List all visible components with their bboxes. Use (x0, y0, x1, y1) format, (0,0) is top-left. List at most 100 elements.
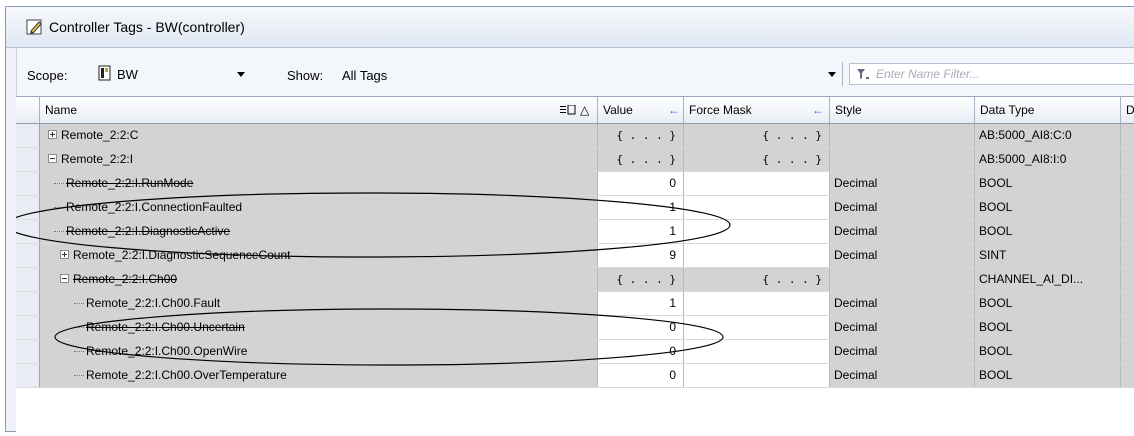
row-selector[interactable] (16, 244, 40, 267)
value-cell[interactable]: 1 (598, 196, 684, 219)
value-cell[interactable]: 0 (598, 172, 684, 195)
value-cell[interactable]: 1 (598, 220, 684, 243)
column-header-data-type[interactable]: Data Type (975, 97, 1121, 123)
extra-cell[interactable] (1121, 220, 1134, 243)
row-selector[interactable] (16, 316, 40, 339)
collapse-icon[interactable] (48, 154, 57, 163)
row-selector[interactable] (16, 268, 40, 291)
row-selector[interactable] (16, 220, 40, 243)
tag-name-cell[interactable]: Remote_2:2:I.ConnectionFaulted (40, 196, 598, 219)
style-cell[interactable] (830, 148, 975, 171)
style-cell[interactable]: Decimal (830, 364, 975, 387)
table-row[interactable]: Remote_2:2:C { . . . }{ . . . } AB:5000_AI… (16, 124, 1134, 148)
force-mask-cell[interactable] (684, 316, 830, 339)
tag-name-cell[interactable]: Remote_2:2:I.DiagnosticSequenceCount (40, 244, 598, 267)
extra-cell[interactable] (1121, 364, 1134, 387)
table-row[interactable]: Remote_2:2:I.Ch00.Uncertain 0 Decimal BOOL (16, 316, 1134, 340)
style-cell[interactable]: Decimal (830, 172, 975, 195)
value-cell[interactable]: { . . . } (598, 124, 684, 147)
extra-cell[interactable] (1121, 268, 1134, 291)
extra-cell[interactable] (1121, 244, 1134, 267)
value-cell[interactable]: 9 (598, 244, 684, 267)
scope-dropdown[interactable]: BW (91, 62, 261, 86)
style-cell[interactable]: Decimal (830, 220, 975, 243)
extra-cell[interactable] (1121, 196, 1134, 219)
column-header-extra[interactable]: D (1121, 97, 1134, 123)
force-mask-cell[interactable] (684, 244, 830, 267)
style-cell[interactable] (830, 124, 975, 147)
force-mask-cell[interactable]: { . . . } (684, 124, 830, 147)
tag-name-cell[interactable]: Remote_2:2:I.DiagnosticActive (40, 220, 598, 243)
row-selector[interactable] (16, 124, 40, 147)
tag-name-cell[interactable]: Remote_2:2:I.Ch00.Fault (40, 292, 598, 315)
data-type-cell[interactable]: AB:5000_AI8:C:0 (975, 124, 1121, 147)
force-mask-cell[interactable] (684, 196, 830, 219)
data-type-cell[interactable]: AB:5000_AI8:I:0 (975, 148, 1121, 171)
tag-name-cell[interactable]: Remote_2:2:I.Ch00.OverTemperature (40, 364, 598, 387)
extra-cell[interactable] (1121, 292, 1134, 315)
force-mask-cell[interactable]: { . . . } (684, 268, 830, 291)
extra-cell[interactable] (1121, 172, 1134, 195)
style-cell[interactable] (830, 268, 975, 291)
table-row[interactable]: Remote_2:2:I.ConnectionFaulted 1 Decimal BO… (16, 196, 1134, 220)
value-cell[interactable]: { . . . } (598, 268, 684, 291)
data-type-cell[interactable]: BOOL (975, 340, 1121, 363)
extra-cell[interactable] (1121, 316, 1134, 339)
style-cell[interactable]: Decimal (830, 340, 975, 363)
row-selector[interactable] (16, 148, 40, 171)
tag-name-cell[interactable]: Remote_2:2:I.Ch00.Uncertain (40, 316, 598, 339)
value-cell[interactable]: 0 (598, 364, 684, 387)
data-type-cell[interactable]: BOOL (975, 220, 1121, 243)
value-cell[interactable]: 0 (598, 340, 684, 363)
table-row[interactable]: Remote_2:2:I.Ch00.Fault 1 Decimal BOOL (16, 292, 1134, 316)
tag-name-cell[interactable]: Remote_2:2:I (40, 148, 598, 171)
tag-name-cell[interactable]: Remote_2:2:I.RunMode (40, 172, 598, 195)
column-header-style[interactable]: Style (830, 97, 975, 123)
value-cell[interactable]: 1 (598, 292, 684, 315)
force-mask-cell[interactable] (684, 172, 830, 195)
table-row[interactable]: Remote_2:2:I.DiagnosticSequenceCount 9 Dec… (16, 244, 1134, 268)
data-type-cell[interactable]: CHANNEL_AI_DI... (975, 268, 1121, 291)
extra-cell[interactable] (1121, 340, 1134, 363)
show-dropdown[interactable]: All Tags (342, 68, 387, 83)
table-row[interactable]: Remote_2:2:I { . . . }{ . . . } AB:5000_AI… (16, 148, 1134, 172)
table-row[interactable]: Remote_2:2:I.RunMode 0 Decimal BOOL (16, 172, 1134, 196)
show-chevron-down-icon[interactable] (828, 72, 836, 77)
extra-cell[interactable] (1121, 124, 1134, 147)
force-mask-cell[interactable] (684, 292, 830, 315)
column-header-value[interactable]: Value ← (598, 97, 684, 123)
sort-ascending-icon[interactable]: △ (580, 97, 589, 123)
row-selector[interactable] (16, 196, 40, 219)
data-type-cell[interactable]: BOOL (975, 172, 1121, 195)
data-type-cell[interactable]: BOOL (975, 196, 1121, 219)
force-mask-cell[interactable]: { . . . } (684, 148, 830, 171)
value-cell[interactable]: 0 (598, 316, 684, 339)
column-header-force-mask[interactable]: Force Mask ← (684, 97, 830, 123)
data-type-cell[interactable]: BOOL (975, 316, 1121, 339)
table-row[interactable]: Remote_2:2:I.Ch00.OpenWire 0 Decimal BOOL (16, 340, 1134, 364)
table-row[interactable]: Remote_2:2:I.Ch00 { . . . }{ . . . } CHANN… (16, 268, 1134, 292)
column-chooser-icon[interactable] (560, 105, 576, 115)
tag-name-cell[interactable]: Remote_2:2:C (40, 124, 598, 147)
style-cell[interactable]: Decimal (830, 316, 975, 339)
extra-cell[interactable] (1121, 148, 1134, 171)
value-cell[interactable]: { . . . } (598, 148, 684, 171)
table-row[interactable]: Remote_2:2:I.Ch00.OverTemperature 0 Decima… (16, 364, 1134, 388)
expand-icon[interactable] (48, 130, 57, 139)
data-type-cell[interactable]: BOOL (975, 364, 1121, 387)
force-mask-cell[interactable] (684, 220, 830, 243)
style-cell[interactable]: Decimal (830, 196, 975, 219)
row-selector[interactable] (16, 172, 40, 195)
expand-icon[interactable] (60, 250, 69, 259)
table-row[interactable]: Remote_2:2:I.DiagnosticActive 1 Decimal BOO… (16, 220, 1134, 244)
collapse-icon[interactable] (60, 274, 69, 283)
style-cell[interactable]: Decimal (830, 292, 975, 315)
row-selector[interactable] (16, 364, 40, 387)
force-mask-cell[interactable] (684, 364, 830, 387)
tag-name-cell[interactable]: Remote_2:2:I.Ch00.OpenWire (40, 340, 598, 363)
tag-name-cell[interactable]: Remote_2:2:I.Ch00 (40, 268, 598, 291)
row-selector[interactable] (16, 292, 40, 315)
column-header-name[interactable]: Name △ (40, 97, 598, 123)
row-selector[interactable] (16, 340, 40, 363)
chevron-down-icon[interactable] (237, 72, 245, 77)
